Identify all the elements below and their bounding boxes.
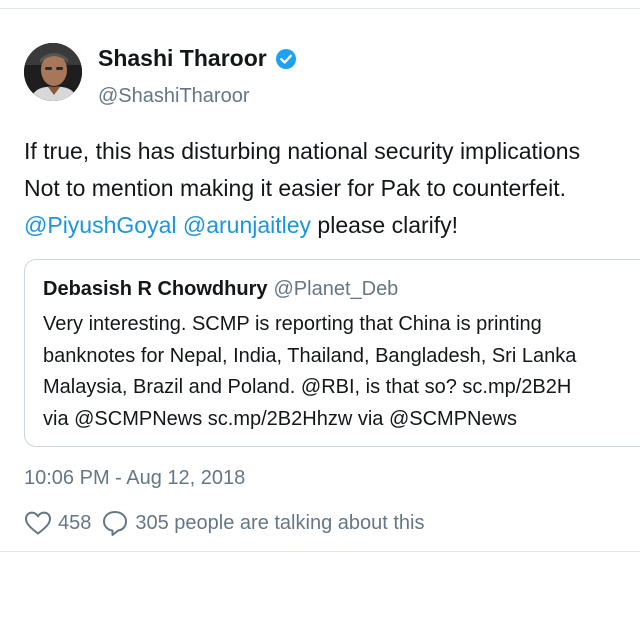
conversation-count-text: 305 people are talking about this [135, 511, 425, 534]
mention-link[interactable]: @PiyushGoyal [24, 212, 176, 238]
speech-bubble-icon [103, 511, 128, 536]
tweet-line: Not to mention making it easier for Pak … [24, 175, 567, 201]
quoted-tweet[interactable]: Debasish R Chowdhury @Planet_Deb Very int… [24, 259, 640, 447]
reply-button[interactable]: 305 people are talking about this [101, 509, 424, 537]
tweet-line: If true, this has disturbing national se… [24, 138, 581, 164]
quoted-line: via @SCMPNews sc.mp/2B2Hhzw via @SCMPNew… [43, 407, 518, 430]
tweet-line: @PiyushGoyal @arunjaitley please clarify… [24, 207, 640, 244]
mention-link[interactable]: @arunjaitley [183, 212, 311, 238]
tweet-card: Shashi Tharoor @ShashiTharoor If true, t… [0, 8, 640, 552]
author-handle[interactable]: @ShashiTharoor [98, 85, 249, 108]
tweet-text-fragment: please clarify! [311, 212, 459, 238]
avatar-photo [24, 43, 82, 101]
tweet-actions: 458 305 people are talking about this [24, 509, 434, 537]
tweet-text: If true, this has disturbing national se… [24, 133, 640, 244]
author-name[interactable]: Shashi Tharoor [98, 45, 297, 72]
author-display-name[interactable]: Shashi Tharoor [98, 45, 267, 72]
avatar[interactable] [24, 43, 82, 101]
quoted-author-name[interactable]: Debasish R Chowdhury [43, 278, 267, 300]
quoted-tweet-text: Very interesting. SCMP is reporting that… [43, 309, 576, 435]
quoted-author-handle[interactable]: @Planet_Deb [273, 278, 398, 300]
like-button[interactable]: 458 [24, 510, 91, 536]
quoted-tweet-header: Debasish R Chowdhury @Planet_Deb [43, 278, 398, 301]
quoted-line: Very interesting. SCMP is reporting that… [43, 313, 542, 335]
like-count: 458 [58, 511, 92, 534]
page: Shashi Tharoor @ShashiTharoor If true, t… [0, 0, 640, 640]
verified-badge-icon [275, 48, 297, 70]
quoted-line: banknotes for Nepal, India, Thailand, Ba… [43, 344, 577, 367]
quoted-line: Malaysia, Brazil and Poland. @RBI, is th… [43, 376, 572, 398]
heart-icon [24, 511, 52, 535]
tweet-timestamp[interactable]: 10:06 PM - Aug 12, 2018 [24, 467, 245, 490]
